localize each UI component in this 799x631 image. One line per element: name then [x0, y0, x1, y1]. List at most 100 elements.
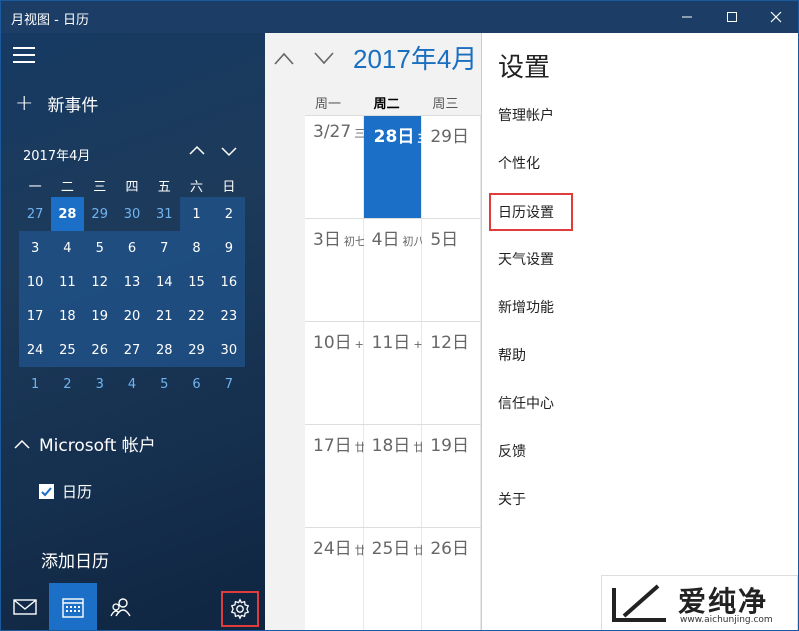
mini-day[interactable]: 3 — [84, 367, 116, 401]
mini-day[interactable]: 29 — [180, 333, 213, 367]
mini-day[interactable]: 25 — [51, 333, 84, 367]
mini-day[interactable]: 3 — [19, 231, 52, 265]
mini-weekday-header: 一 二 三 四 五 六 日 — [19, 173, 245, 197]
mini-day[interactable]: 29 — [84, 197, 116, 231]
mini-day[interactable]: 9 — [212, 231, 245, 265]
mini-day[interactable]: 4 — [116, 367, 148, 401]
day-cell[interactable]: 3/27 三 — [305, 116, 365, 219]
settings-item-calendar-settings[interactable]: 日历设置 — [498, 202, 554, 222]
settings-item-weather-settings[interactable]: 天气设置 — [498, 249, 554, 269]
mini-day[interactable]: 7 — [213, 367, 245, 401]
mini-day[interactable]: 5 — [83, 231, 116, 265]
account-section-label: Microsoft 帐户 — [39, 436, 156, 456]
weekday-label-today: 周二 — [373, 96, 400, 112]
day-cell[interactable]: 26日 — [422, 528, 482, 630]
add-calendar-link[interactable]: 添加日历 — [41, 547, 109, 572]
mini-day[interactable]: 1 — [19, 367, 51, 401]
maximize-button[interactable] — [710, 1, 754, 33]
mini-week: 27 28 29 30 31 1 2 — [19, 197, 245, 231]
mini-weekday: 日 — [222, 179, 236, 195]
weekday-label: 周三 — [432, 96, 459, 112]
day-number: 4日 — [371, 230, 400, 250]
settings-item-help[interactable]: 帮助 — [498, 345, 526, 365]
mini-day[interactable]: 22 — [180, 299, 213, 333]
mini-day[interactable]: 11 — [51, 265, 84, 299]
mini-day[interactable]: 23 — [212, 299, 245, 333]
mini-day[interactable]: 19 — [83, 299, 116, 333]
day-cell[interactable]: 19日 — [422, 425, 482, 528]
day-cell[interactable]: 12日 — [422, 322, 482, 425]
account-section-toggle[interactable]: Microsoft 帐户 — [13, 431, 156, 456]
prev-month-button[interactable] — [273, 49, 295, 67]
day-cell[interactable]: 24日廿 — [305, 528, 366, 630]
mini-day[interactable]: 18 — [51, 299, 84, 333]
mini-day[interactable]: 28 — [148, 333, 181, 367]
day-cell[interactable]: 25日廿 — [363, 528, 424, 630]
mini-day[interactable]: 6 — [115, 231, 149, 265]
settings-item-personalization[interactable]: 个性化 — [498, 153, 540, 173]
weekday-header: 周一 周二 周三 — [305, 89, 481, 115]
settings-button[interactable] — [221, 591, 259, 627]
month-title[interactable]: 2017年4月 — [353, 39, 483, 76]
mini-day[interactable]: 14 — [148, 265, 181, 299]
calendar-visibility-checkbox[interactable]: 日历 — [39, 481, 92, 502]
mini-next-month-button[interactable] — [219, 141, 239, 161]
mini-day[interactable]: 30 — [116, 197, 148, 231]
people-button[interactable] — [97, 583, 145, 630]
mini-day[interactable]: 27 — [115, 333, 149, 367]
mini-day[interactable]: 10 — [19, 265, 52, 299]
day-cell[interactable]: 11日 + — [363, 322, 423, 425]
mini-day[interactable]: 24 — [19, 333, 52, 367]
mini-day[interactable]: 5 — [148, 367, 180, 401]
new-event-button[interactable]: + 新事件 — [15, 91, 98, 116]
mini-day[interactable]: 20 — [115, 299, 149, 333]
week-row: 24日廿 25日廿 26日 — [305, 527, 482, 630]
day-cell[interactable]: 18日廿 — [363, 425, 424, 528]
settings-item-manage-accounts[interactable]: 管理帐户 — [498, 105, 554, 125]
settings-item-feedback[interactable]: 反馈 — [498, 441, 526, 461]
day-number: 28日 — [373, 127, 415, 147]
mini-day[interactable]: 13 — [115, 265, 149, 299]
mini-day-today[interactable]: 28 — [51, 197, 84, 231]
day-cell[interactable]: 29日 — [422, 116, 482, 219]
next-month-button[interactable] — [313, 49, 335, 67]
mini-day[interactable]: 4 — [51, 231, 84, 265]
settings-item-whats-new[interactable]: 新增功能 — [498, 297, 554, 317]
close-button[interactable] — [754, 1, 798, 33]
mini-calendar-month[interactable]: 2017年4月 — [23, 145, 90, 164]
mini-day[interactable]: 1 — [180, 197, 213, 231]
weekday-label: 周一 — [315, 96, 342, 112]
day-number: 3日 — [313, 230, 341, 250]
mini-day[interactable]: 21 — [148, 299, 181, 333]
settings-item-about[interactable]: 关于 — [498, 489, 526, 509]
mail-button[interactable] — [1, 583, 49, 630]
mini-day[interactable]: 26 — [83, 333, 116, 367]
mini-day[interactable]: 8 — [180, 231, 213, 265]
calendar-button[interactable] — [49, 583, 97, 630]
day-cell[interactable]: 5日 — [422, 219, 482, 322]
minimize-button[interactable] — [665, 1, 709, 33]
mini-day[interactable]: 17 — [19, 299, 52, 333]
mini-day[interactable]: 30 — [212, 333, 245, 367]
day-cell[interactable]: 3日 初七 — [305, 219, 366, 322]
mini-day[interactable]: 16 — [212, 265, 245, 299]
people-icon — [110, 598, 131, 617]
mini-day[interactable]: 7 — [148, 231, 181, 265]
day-cell-today[interactable]: 28日三 — [363, 116, 428, 219]
mini-day[interactable]: 12 — [83, 265, 116, 299]
mini-prev-month-button[interactable] — [187, 141, 207, 161]
day-cell[interactable]: 17日廿 — [305, 425, 366, 528]
mini-day[interactable]: 31 — [148, 197, 180, 231]
mini-day[interactable]: 2 — [212, 197, 245, 231]
settings-item-trust-center[interactable]: 信任中心 — [498, 393, 554, 413]
mini-day[interactable]: 2 — [51, 367, 83, 401]
day-cell[interactable]: 10日 + — [305, 322, 364, 425]
plus-icon: + — [15, 91, 34, 116]
mini-day[interactable]: 15 — [180, 265, 213, 299]
day-cell[interactable]: 4日 初八 — [363, 219, 425, 322]
mini-day[interactable]: 27 — [19, 197, 51, 231]
mini-day[interactable]: 6 — [180, 367, 212, 401]
mini-weekday: 六 — [190, 179, 204, 195]
hamburger-menu-icon[interactable] — [13, 47, 35, 63]
day-number: 3/27 — [313, 122, 352, 142]
